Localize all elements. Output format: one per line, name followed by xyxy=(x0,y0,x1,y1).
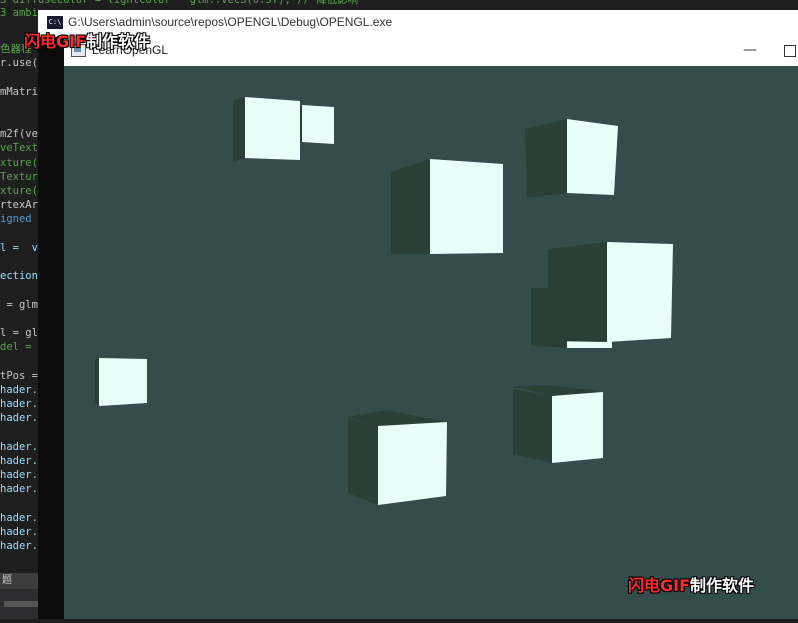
cube xyxy=(525,119,618,198)
cube-face-shaded xyxy=(300,105,302,143)
cube-face-lit xyxy=(245,97,300,160)
code-line: tPos = xyxy=(0,369,38,382)
code-line: ection xyxy=(0,270,38,283)
minimize-button[interactable]: — xyxy=(730,36,770,66)
cube-face-lit xyxy=(430,159,503,254)
cube xyxy=(95,358,147,406)
editor-status-text: 题 xyxy=(2,575,12,586)
cube xyxy=(300,105,334,144)
cube-face-shaded xyxy=(525,119,567,198)
cube-face-shaded xyxy=(348,418,378,505)
watermark-white-text: 制作软件 xyxy=(690,576,755,595)
watermark-bottom: 闪电GIF制作软件 xyxy=(628,572,754,596)
cube-face-shaded xyxy=(548,242,607,342)
code-line: mMatri xyxy=(0,85,38,98)
watermark-red-text: 闪电GIF xyxy=(628,576,691,595)
cube-face-shaded xyxy=(233,97,245,162)
cube-face-lit xyxy=(99,358,147,406)
cube xyxy=(348,410,447,505)
cube xyxy=(548,242,673,342)
watermark-white-text: 制作软件 xyxy=(86,32,151,51)
cube-face-shaded xyxy=(513,389,552,463)
maximize-icon xyxy=(784,45,796,57)
cube-face-lit xyxy=(302,105,334,144)
maximize-button[interactable] xyxy=(770,36,798,66)
cube xyxy=(391,159,503,254)
cube-scene xyxy=(95,97,673,505)
cube-face-lit xyxy=(378,422,447,505)
opengl-window[interactable]: LearnOpenGL — xyxy=(64,36,798,619)
opengl-titlebar[interactable]: LearnOpenGL — xyxy=(64,36,798,66)
watermark-top: 闪电GIF制作软件 xyxy=(24,28,150,52)
console-titlebar[interactable]: C:\ G:\Users\admin\source\repos\OPENGL\D… xyxy=(38,10,798,37)
cube-face-lit xyxy=(607,242,673,342)
watermark-red-text: 闪电GIF xyxy=(24,32,87,51)
cube xyxy=(233,97,300,162)
code-line: 3 diffuseColor = lightColor * glm::vec3(… xyxy=(0,0,359,6)
console-title: G:\Users\admin\source\repos\OPENGL\Debug… xyxy=(68,15,393,29)
opengl-render-viewport[interactable] xyxy=(64,66,798,619)
cube-face-shaded xyxy=(391,159,430,254)
cube xyxy=(513,385,603,463)
cube-face-shaded xyxy=(95,358,99,406)
cube-face-lit xyxy=(552,392,603,463)
cube-face-lit xyxy=(567,119,618,195)
